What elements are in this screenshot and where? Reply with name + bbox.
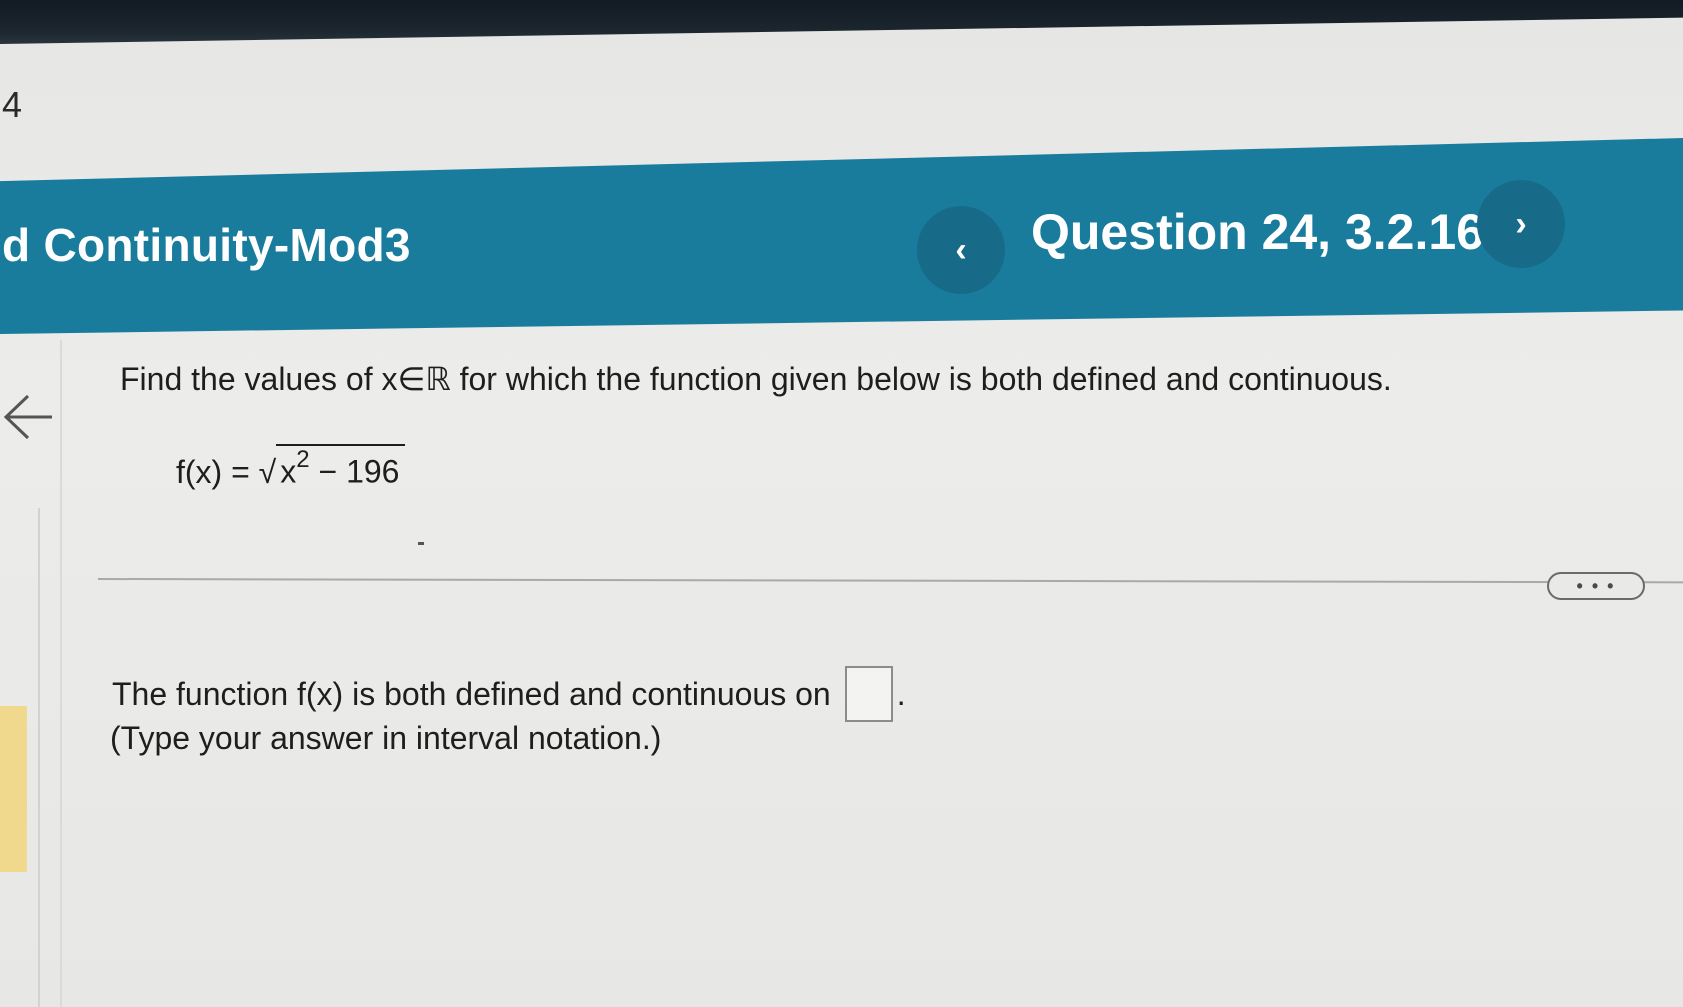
sidebar-divider — [60, 340, 62, 1007]
more-options-button[interactable]: • • • — [1547, 572, 1645, 600]
sidebar-divider-inner — [38, 508, 40, 1007]
answer-instruction: (Type your answer in interval notation.) — [110, 720, 662, 756]
arrow-left-icon[interactable] — [2, 392, 56, 442]
cursor-mark — [418, 542, 424, 545]
answer-period: . — [896, 675, 906, 712]
answer-input[interactable] — [844, 666, 893, 722]
page-number: 4 — [2, 84, 23, 125]
formula-exponent: 2 — [296, 446, 310, 473]
formula-radicand: x2 − 196 — [276, 444, 406, 491]
question-prompt: Find the values of x∈ℝ for which the fun… — [120, 361, 1392, 397]
previous-question-button[interactable]: ‹ — [917, 206, 1005, 294]
answer-statement: The function f(x) is both defined and co… — [112, 666, 906, 722]
chevron-right-icon: › — [1515, 204, 1527, 243]
screen-bezel — [0, 0, 1683, 44]
ellipsis-icon: • • • — [1576, 576, 1616, 596]
question-label: Question 24, 3.2.16 — [1031, 204, 1484, 260]
side-tab[interactable] — [0, 706, 27, 872]
page: 4 d Continuity-Mod3 ‹ Question 24, 3.2.1… — [0, 0, 1683, 1007]
function-formula: f(x) = √ x2 − 196 — [176, 444, 406, 491]
answer-text: The function f(x) is both defined and co… — [112, 675, 831, 712]
chevron-left-icon: ‹ — [955, 230, 967, 269]
formula-rest: − 196 — [309, 453, 400, 490]
section-divider — [97, 578, 1683, 584]
next-question-button[interactable]: › — [1477, 180, 1565, 268]
assignment-title: d Continuity-Mod3 — [2, 219, 411, 271]
formula-lhs: f(x) = √ — [176, 453, 277, 490]
formula-base: x — [280, 453, 297, 490]
